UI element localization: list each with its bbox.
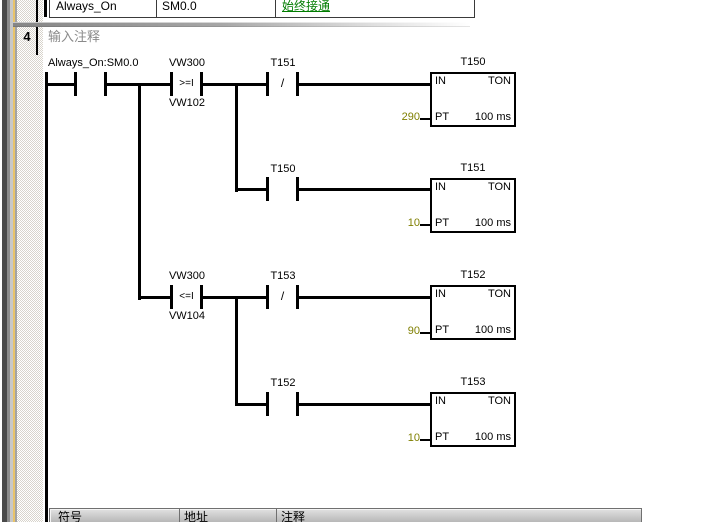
power-rail [45, 72, 48, 522]
timer-time-base: 100 ms [475, 111, 511, 124]
timer-in-pin: IN [435, 395, 446, 408]
network-selection-edge [36, 0, 38, 55]
pt-value-290[interactable]: 290 [386, 111, 420, 124]
nc-contact-t153[interactable]: / [266, 285, 299, 309]
contact-bar [266, 392, 269, 416]
nc-slash: / [269, 76, 296, 90]
timer-type: TON [488, 288, 511, 301]
timer-type: TON [488, 395, 511, 408]
network-number[interactable]: 4 [18, 29, 36, 44]
network-separator [13, 22, 470, 27]
no-contact-t152[interactable] [266, 392, 299, 416]
column-divider [275, 0, 276, 17]
ladder-editor-window: Always_On SM0.0 始终接通 4 输入注释 Always_On:SM… [0, 0, 707, 522]
symbol-table-header: 符号 地址 注释 [49, 508, 642, 522]
wire [235, 188, 266, 191]
timer-time-base: 100 ms [475, 431, 511, 444]
nc-slash: / [269, 289, 296, 303]
pt-tick [420, 332, 430, 334]
contact-label-t150[interactable]: T150 [257, 163, 309, 176]
symbol-cell[interactable]: Always_On [56, 0, 117, 15]
branch-wire-3 [235, 296, 238, 406]
branch-wire-1 [138, 83, 141, 300]
timer-pt-pin: PT [435, 431, 449, 444]
pt-tick [420, 118, 430, 120]
compare-top-operand[interactable]: VW300 [161, 57, 213, 70]
timer-in-pin: IN [435, 181, 446, 194]
timer-name-t153[interactable]: T153 [430, 376, 516, 389]
timer-type: TON [488, 75, 511, 88]
pt-tick [420, 439, 430, 441]
compare-operator: <=I [173, 290, 200, 304]
timer-pt-pin: PT [435, 111, 449, 124]
no-contact-t150[interactable] [266, 177, 299, 201]
wire [299, 403, 430, 406]
column-divider[interactable] [179, 509, 180, 522]
pt-value-10[interactable]: 10 [386, 432, 420, 445]
column-divider[interactable] [276, 509, 277, 522]
wire [299, 83, 430, 86]
timer-box-t151[interactable]: IN TON PT 100 ms [430, 178, 516, 233]
nc-contact-t151[interactable]: / [266, 72, 299, 96]
timer-name-t150[interactable]: T150 [430, 56, 516, 69]
branch-wire-2 [235, 83, 238, 192]
pt-value-90[interactable]: 90 [386, 325, 420, 338]
comment-cell[interactable]: 始终接通 [282, 0, 330, 15]
power-rail-top [44, 0, 47, 17]
timer-pt-pin: PT [435, 217, 449, 230]
timer-time-base: 100 ms [475, 324, 511, 337]
compare-top-operand[interactable]: VW300 [161, 270, 213, 283]
network-gutter[interactable] [17, 0, 43, 522]
symbol-table-row[interactable]: Always_On SM0.0 始终接通 [49, 0, 475, 18]
timer-box-t153[interactable]: IN TON PT 100 ms [430, 392, 516, 447]
timer-name-t151[interactable]: T151 [430, 162, 516, 175]
contact-label-t152[interactable]: T152 [257, 377, 309, 390]
contact-bar [266, 177, 269, 201]
compare-contact-geq[interactable]: >=I [170, 72, 203, 96]
address-cell[interactable]: SM0.0 [162, 0, 197, 15]
timer-box-t152[interactable]: IN TON PT 100 ms [430, 285, 516, 340]
nc-contact-label-t151[interactable]: T151 [257, 57, 309, 70]
timer-in-pin: IN [435, 288, 446, 301]
timer-time-base: 100 ms [475, 217, 511, 230]
header-symbol-column[interactable]: 符号 [58, 510, 82, 522]
pt-tick [420, 224, 430, 226]
timer-in-pin: IN [435, 75, 446, 88]
header-comment-column[interactable]: 注释 [281, 510, 305, 522]
wire [299, 296, 430, 299]
contact-bar [74, 72, 77, 96]
wire [299, 188, 430, 191]
timer-pt-pin: PT [435, 324, 449, 337]
wire [235, 403, 266, 406]
timer-name-t152[interactable]: T152 [430, 269, 516, 282]
wire [140, 296, 170, 299]
header-address-column[interactable]: 地址 [184, 510, 208, 522]
contact-label-always-on[interactable]: Always_On:SM0.0 [48, 57, 138, 70]
compare-bottom-operand[interactable]: VW104 [161, 310, 213, 323]
compare-contact-leq[interactable]: <=I [170, 285, 203, 309]
pt-value-10[interactable]: 10 [386, 217, 420, 230]
no-contact-always-on[interactable] [74, 72, 107, 96]
column-divider [156, 0, 157, 17]
compare-bottom-operand[interactable]: VW102 [161, 97, 213, 110]
compare-operator: >=I [173, 77, 200, 91]
wire [48, 83, 74, 86]
timer-type: TON [488, 181, 511, 194]
timer-box-t150[interactable]: IN TON PT 100 ms [430, 72, 516, 127]
nc-contact-label-t153[interactable]: T153 [257, 270, 309, 283]
network-title[interactable]: 输入注释 [48, 29, 100, 44]
